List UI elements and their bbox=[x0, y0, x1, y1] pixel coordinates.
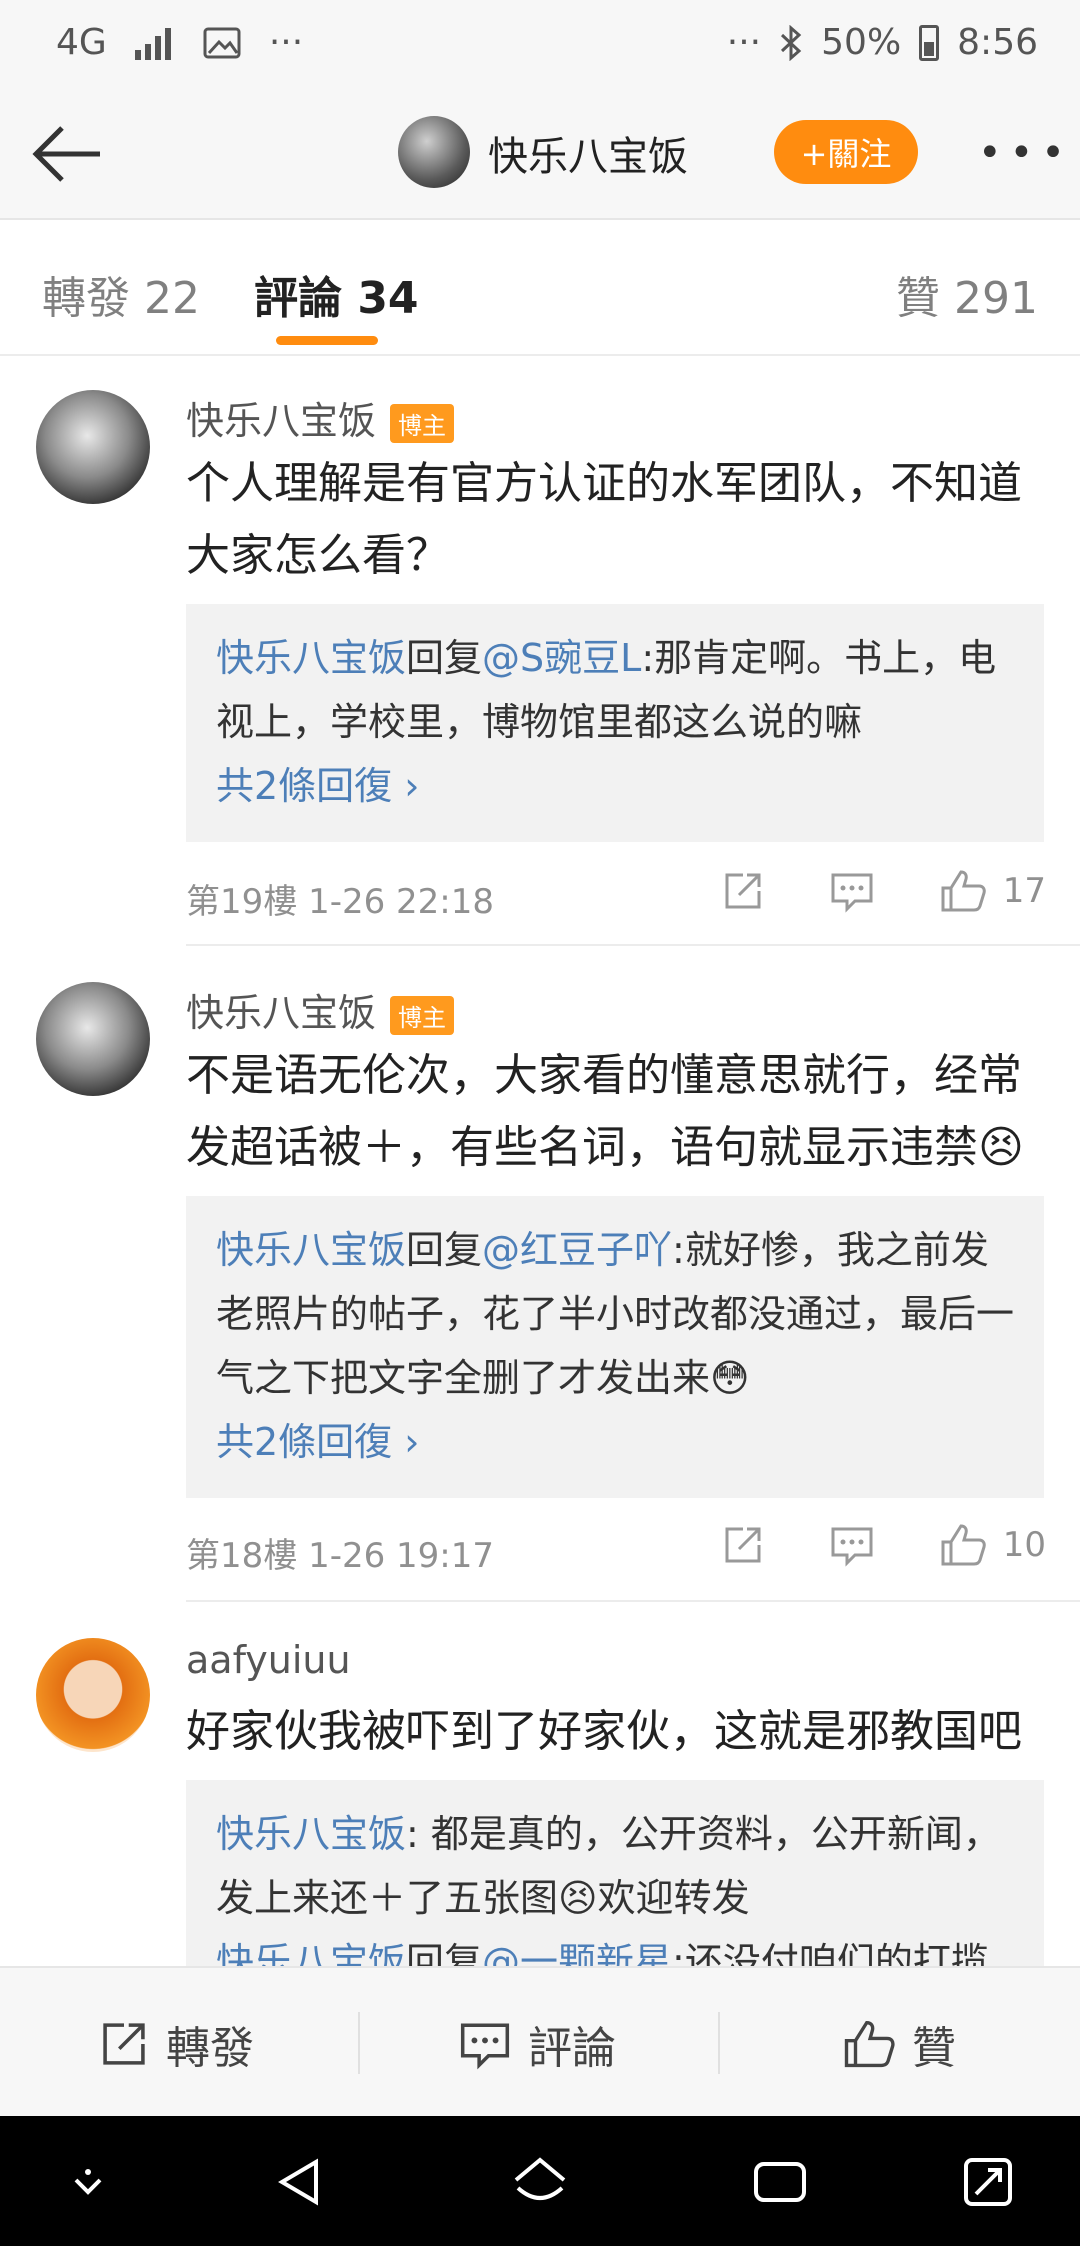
comment-text: 不是语无伦次，大家看的懂意思就行，经常发超话被＋，有些名词，语句就显示违禁😣 bbox=[186, 1050, 1024, 1173]
comment-icon bbox=[460, 2023, 510, 2070]
chevron-down-icon[interactable] bbox=[56, 2150, 120, 2214]
share-icon bbox=[103, 2023, 145, 2065]
top-header: 快乐八宝饭 +關注 ••• bbox=[0, 90, 1080, 220]
tab-bar: 轉發 22 評論 34 贊 291 bbox=[0, 220, 1080, 356]
author-name[interactable]: 快乐八宝饭 bbox=[488, 124, 688, 182]
home-icon[interactable] bbox=[508, 2150, 572, 2214]
thumbs-up-icon bbox=[941, 1524, 986, 1566]
clock: 8:56 bbox=[957, 22, 1038, 63]
floor-and-time: 第19樓 1-26 22:18 bbox=[186, 882, 495, 922]
reply-mention[interactable]: @红豆子吖 bbox=[482, 1228, 672, 1272]
reply-author[interactable]: 快乐八宝饭 bbox=[216, 636, 406, 680]
repost-button[interactable]: 轉發 bbox=[98, 2012, 254, 2076]
comment-actions: 17 bbox=[657, 868, 1046, 914]
comment-icon bbox=[831, 1527, 873, 1567]
reply-preview-box[interactable]: 快乐八宝饭: 都是真的，公开资料，公开新闻，发上来还＋了五张图😣欢迎转发 快乐八… bbox=[186, 1780, 1044, 1966]
share-icon bbox=[725, 1527, 761, 1563]
back-arrow-icon[interactable] bbox=[28, 114, 108, 194]
reply-author[interactable]: 快乐八宝饭 bbox=[216, 1940, 406, 1966]
comment-label: 評論 bbox=[528, 2023, 616, 2074]
comment-icon bbox=[831, 873, 873, 913]
like-label: 贊 bbox=[912, 2023, 956, 2074]
reply-mention[interactable]: @一颗新星 bbox=[482, 1940, 672, 1966]
image-icon bbox=[203, 27, 241, 58]
comment-username[interactable]: aafyuiuu bbox=[186, 1638, 351, 1682]
thumbs-up-icon bbox=[844, 2020, 895, 2068]
comment-user-row: 快乐八宝饭 博主 bbox=[186, 982, 455, 1037]
like-action[interactable]: 17 bbox=[939, 868, 1046, 914]
like-count: 17 bbox=[1002, 871, 1046, 911]
tab-likes[interactable]: 贊 291 bbox=[896, 262, 1038, 326]
view-more-replies-link[interactable]: 共2條回復 › bbox=[216, 1410, 1014, 1474]
comment-feed[interactable]: 快乐八宝饭 博主 个人理解是有官方认证的水军团队，不知道大家怎么看？ 快乐八宝饭回… bbox=[0, 356, 1080, 1966]
comment-username[interactable]: 快乐八宝饭 bbox=[186, 991, 376, 1035]
bottom-action-bar: 轉發 評論 贊 bbox=[0, 1966, 1080, 2118]
tab-comments[interactable]: 評論 34 bbox=[254, 262, 419, 326]
comment-actions: 10 bbox=[657, 1522, 1046, 1568]
author-badge: 博主 bbox=[390, 996, 455, 1035]
reply-text: :还没付咱们的打揽 bbox=[672, 1940, 989, 1966]
like-action[interactable]: 10 bbox=[939, 1522, 1046, 1568]
repost-label: 轉發 bbox=[166, 2023, 254, 2074]
thumbs-up-icon bbox=[941, 870, 986, 912]
battery-percent: 50% bbox=[821, 22, 902, 63]
reply-mention[interactable]: @S豌豆L bbox=[482, 636, 641, 680]
status-dots-left: ··· bbox=[268, 22, 304, 63]
reply-preview-box[interactable]: 快乐八宝饭回复@S豌豆L:那肯定啊。书上，电视上，学校里，博物馆里都这么说的嘛 … bbox=[186, 604, 1044, 842]
bluetooth-icon bbox=[781, 24, 802, 61]
reply-verb: 回复 bbox=[406, 636, 483, 680]
tab-reposts[interactable]: 轉發 22 bbox=[42, 262, 200, 326]
reply-action[interactable] bbox=[829, 1523, 875, 1567]
expand-icon[interactable] bbox=[956, 2150, 1020, 2214]
reply-author[interactable]: 快乐八宝饭 bbox=[216, 1812, 406, 1856]
separator bbox=[358, 2012, 360, 2074]
avatar[interactable] bbox=[36, 390, 150, 504]
floor-and-time: 第18樓 1-26 19:17 bbox=[186, 1536, 495, 1576]
reply-action[interactable] bbox=[829, 869, 875, 913]
avatar[interactable] bbox=[36, 1638, 150, 1752]
recent-apps-icon[interactable] bbox=[748, 2150, 812, 2214]
comment-user-row: 快乐八宝饭 博主 bbox=[186, 390, 455, 445]
author-avatar[interactable] bbox=[398, 116, 470, 188]
reply-verb: 回复 bbox=[406, 1940, 483, 1966]
active-tab-indicator bbox=[276, 336, 378, 345]
comment-text: 个人理解是有官方认证的水军团队，不知道大家怎么看？ bbox=[186, 458, 1022, 581]
reply-preview-box[interactable]: 快乐八宝饭回复@红豆子吖:就好惨，我之前发老照片的帖子，花了半小时改都没通过，最… bbox=[186, 1196, 1044, 1498]
comment-text: 好家伙我被吓到了好家伙，这就是邪教国吧 bbox=[186, 1706, 1022, 1757]
like-button[interactable]: 贊 bbox=[842, 2012, 956, 2076]
reply-verb: 回复 bbox=[406, 1228, 483, 1272]
avatar[interactable] bbox=[36, 982, 150, 1096]
divider bbox=[186, 944, 1080, 946]
more-options-icon[interactable]: ••• bbox=[978, 130, 1073, 176]
signal-icon bbox=[134, 27, 171, 60]
author-badge: 博主 bbox=[390, 404, 455, 443]
like-count: 10 bbox=[1002, 1525, 1046, 1565]
comment-username[interactable]: 快乐八宝饭 bbox=[186, 399, 376, 443]
repost-action[interactable] bbox=[721, 1523, 765, 1567]
view-more-replies-link[interactable]: 共2條回復 › bbox=[216, 754, 1014, 818]
divider bbox=[186, 1600, 1080, 1602]
system-nav-bar bbox=[0, 2116, 1080, 2246]
status-bar: 4G ··· ··· 50% 8:56 bbox=[0, 0, 1080, 90]
status-dots-right: ··· bbox=[726, 22, 762, 63]
separator bbox=[718, 2012, 720, 2074]
comment-button[interactable]: 評論 bbox=[458, 2012, 616, 2076]
back-triangle-icon[interactable] bbox=[268, 2150, 332, 2214]
follow-button[interactable]: +關注 bbox=[774, 120, 918, 184]
reply-author[interactable]: 快乐八宝饭 bbox=[216, 1228, 406, 1272]
share-icon bbox=[725, 873, 761, 909]
repost-action[interactable] bbox=[721, 869, 765, 913]
network-label: 4G bbox=[56, 22, 107, 63]
battery-icon bbox=[919, 24, 940, 61]
